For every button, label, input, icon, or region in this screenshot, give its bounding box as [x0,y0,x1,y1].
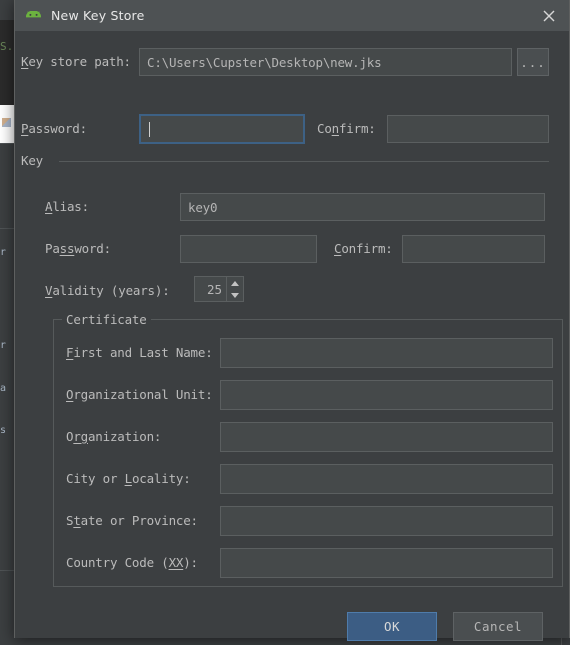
keystore-path-input[interactable]: C:\Users\Cupster\Desktop\new.jks [139,48,512,76]
key-password-label: Password: [45,241,111,256]
key-confirm-label: Confirm: [334,241,393,256]
key-group-separator [59,161,549,162]
certificate-row: State or Province: [54,506,562,536]
store-password-input[interactable] [139,114,305,144]
certificate-row: First and Last Name: [54,338,562,368]
state-province-input[interactable] [220,506,553,536]
certificate-row: Country Code (XX): [54,548,562,578]
keystore-path-row: Key store path: C:\Users\Cupster\Desktop… [15,48,569,76]
store-confirm-input[interactable] [387,115,549,143]
first-last-name-input[interactable] [220,338,553,368]
certificate-row: City or Locality: [54,464,562,494]
cancel-button[interactable]: Cancel [453,612,543,641]
certificate-row: Organization: [54,422,562,452]
chevron-up-icon [231,280,239,286]
city-locality-input[interactable] [220,464,553,494]
certificate-group: Certificate First and Last Name: Organiz… [53,312,563,587]
mnemonic-char: L [124,471,133,486]
validity-stepper[interactable]: 25 [194,276,244,302]
validity-label: Validity (years): [45,283,170,298]
alias-value: key0 [188,199,218,215]
mnemonic-char: XX [168,555,184,570]
stepper-down-button[interactable] [227,289,243,301]
mnemonic-char: ss [59,241,75,256]
key-password-input[interactable] [180,235,317,263]
ok-button[interactable]: OK [347,612,437,641]
dialog-body: Key store path: C:\Users\Cupster\Desktop… [15,31,569,641]
new-key-store-dialog: New Key Store Key store path: C:\Users\C… [14,0,570,641]
dialog-titlebar[interactable]: New Key Store [15,0,569,31]
organizational-unit-input[interactable] [220,380,553,410]
state-province-label: State or Province: [66,513,198,528]
background-side-text: r [0,340,7,351]
chevron-down-icon [231,292,239,298]
mnemonic-char: n [331,121,340,136]
alias-label: Alias: [45,199,89,214]
country-code-input[interactable] [220,548,553,578]
store-password-row: Password: Confirm: [15,114,569,144]
first-last-name-label: First and Last Name: [66,345,213,360]
key-group-title: Key [21,153,50,168]
country-code-label: Country Code (XX): [66,555,198,570]
text-caret [149,121,150,137]
certificate-group-title: Certificate [62,312,151,327]
organization-label: Organization: [66,429,162,444]
dialog-title: New Key Store [51,8,145,23]
validity-value[interactable]: 25 [195,277,226,301]
background-side-text: a [0,383,7,394]
background-side-text: r [0,247,7,258]
background-side-text: s [0,425,7,436]
certificate-row: Organizational Unit: [54,380,562,410]
keystore-path-label: Key store path: [21,54,131,69]
organizational-unit-label: Organizational Unit: [66,387,213,402]
city-locality-label: City or Locality: [66,471,191,486]
background-file-icon [2,118,11,127]
close-icon[interactable] [529,0,569,31]
key-confirm-input[interactable] [402,235,545,263]
key-group: Key Alias: key0 Password: Confirm: Valid… [15,153,555,313]
alias-input[interactable]: key0 [180,193,545,221]
validity-stepper-buttons [226,277,243,301]
android-robot-icon [25,9,42,22]
mnemonic-char: rg [73,429,88,444]
store-confirm-label: Confirm: [317,121,376,136]
stepper-up-button[interactable] [227,277,243,289]
organization-input[interactable] [220,422,553,452]
background-code-token: S. [0,40,14,53]
store-password-label: Password: [21,121,87,136]
keystore-path-value: C:\Users\Cupster\Desktop\new.jks [147,54,382,70]
mnemonic-char: t [73,513,81,528]
browse-button[interactable]: ... [517,48,549,76]
